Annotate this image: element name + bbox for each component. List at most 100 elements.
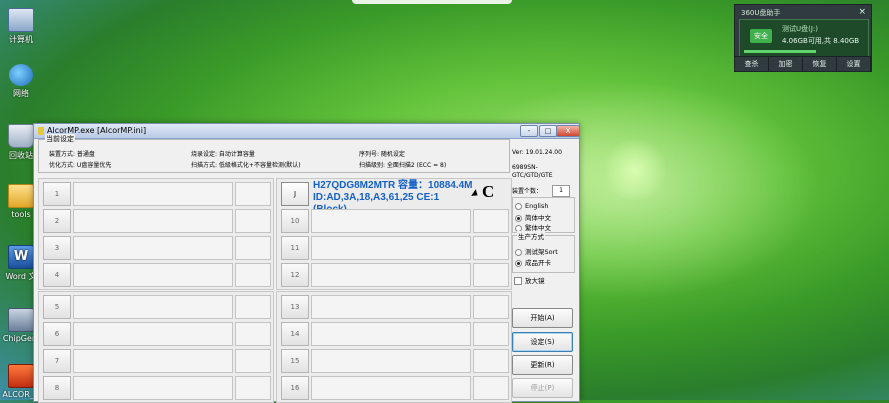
widget-device-panel[interactable]: 安全 测试U盘(J:) 4.06GB可用,共 8.40GB xyxy=(739,19,869,57)
setting-optimize: 优化方式: U盘容量优先 xyxy=(49,162,112,169)
computer-icon xyxy=(8,8,34,32)
network-icon xyxy=(9,64,33,86)
window-titlebar[interactable]: AlcorMP.exe [AlcorMP.ini] - □ X xyxy=(34,124,580,139)
close-icon[interactable]: × xyxy=(858,7,866,17)
port-status-box xyxy=(235,322,271,346)
settings-button[interactable]: 设定(S) xyxy=(512,332,573,352)
magnifier-option[interactable]: 放大镜 xyxy=(514,275,545,285)
port-panel-4: 13 14 15 16 xyxy=(276,291,512,403)
encrypt-button[interactable]: 加密 xyxy=(769,57,803,71)
port-button[interactable]: 13 xyxy=(281,295,309,319)
device-name: 测试U盘(J:) xyxy=(782,25,819,33)
desktop-icon-label: tools xyxy=(11,210,31,219)
recycle-bin-icon xyxy=(8,124,34,148)
minimize-button[interactable]: - xyxy=(520,125,538,137)
widget-toolbar: 查杀 加密 恢复 设置 xyxy=(735,56,871,71)
port-status-box xyxy=(473,322,509,346)
language-group: English 简体中文 繁体中文 xyxy=(512,197,575,233)
lang-simplified-option[interactable]: 简体中文 xyxy=(515,212,551,222)
scan-button[interactable]: 查杀 xyxy=(735,57,769,71)
port-row: 1 xyxy=(39,180,273,206)
port-button[interactable]: 8 xyxy=(43,376,71,400)
mode-test-option[interactable]: 测试架Sort xyxy=(515,246,558,256)
desktop-icon-label: 计算机 xyxy=(9,35,33,44)
port-button[interactable]: 12 xyxy=(281,263,309,287)
port-status-box xyxy=(473,349,509,373)
port-row: 10 xyxy=(277,207,511,233)
alcormp-window: AlcorMP.exe [AlcorMP.ini] - □ X 当前设定 装置方… xyxy=(33,123,580,403)
port-status-box xyxy=(235,236,271,260)
update-button[interactable]: 更新(R) xyxy=(512,355,573,375)
usb-helper-widget: 360U盘助手 × 安全 测试U盘(J:) 4.06GB可用,共 8.40GB … xyxy=(734,4,872,72)
port-row: 7 xyxy=(39,347,273,373)
port-status-box xyxy=(473,295,509,319)
port-row: 5 xyxy=(39,293,273,319)
device-size: 4.06GB可用,共 8.40GB xyxy=(782,37,860,45)
port-row: 2 xyxy=(39,207,273,233)
setting-scan-level: 扫描级别: 全面扫描2 (ECC = 8) xyxy=(359,162,447,169)
close-button[interactable]: X xyxy=(556,125,580,137)
port-info-box xyxy=(73,322,233,346)
port-button[interactable]: 11 xyxy=(281,236,309,260)
port-button[interactable]: 15 xyxy=(281,349,309,373)
desktop-icon-network[interactable]: 网络 xyxy=(0,64,42,99)
port-info-box xyxy=(73,295,233,319)
port-status-box xyxy=(473,236,509,260)
desktop-icon-computer[interactable]: 计算机 xyxy=(0,8,42,45)
port-info-box xyxy=(73,263,233,287)
port-row: 8 xyxy=(39,374,273,400)
port-status-box xyxy=(235,349,271,373)
setting-scan-mode: 扫描方式: 低级格式化+不容量检测(默认) xyxy=(191,162,301,169)
setting-serial: 序列号: 随机设定 xyxy=(359,151,405,158)
port-info-box xyxy=(311,376,471,400)
port-row: 16 xyxy=(277,374,511,400)
widget-settings-button[interactable]: 设置 xyxy=(837,57,871,71)
port-status-box xyxy=(473,209,509,233)
port-row: 14 xyxy=(277,320,511,346)
safe-badge: 安全 xyxy=(750,29,772,43)
port-row: 6 xyxy=(39,320,273,346)
port-button[interactable]: 4 xyxy=(43,263,71,287)
device-count-input[interactable]: 1 xyxy=(552,185,570,197)
port-status-box xyxy=(235,263,271,287)
port-button[interactable]: 1 xyxy=(43,182,71,206)
device-count-label: 装置个数： xyxy=(512,188,543,195)
port-button-active[interactable]: J xyxy=(281,182,309,206)
restore-button[interactable]: 恢复 xyxy=(803,57,837,71)
port-button[interactable]: 2 xyxy=(43,209,71,233)
production-mode-group: 生产方式 测试架Sort 成品开卡 xyxy=(512,231,575,273)
port-status-box xyxy=(235,295,271,319)
port-row: 15 xyxy=(277,347,511,373)
port-info-box xyxy=(311,209,471,233)
capacity-bar xyxy=(744,50,816,53)
checkbox-icon xyxy=(514,277,522,285)
app-icon xyxy=(38,127,44,135)
mode-product-option[interactable]: 成品开卡 xyxy=(515,257,551,267)
port-button[interactable]: 16 xyxy=(281,376,309,400)
current-settings-group: 当前设定 装置方式: 普通盘 烧录设定: 自动计算容量 序列号: 随机设定 优化… xyxy=(38,134,510,173)
word-document-icon: W xyxy=(8,245,34,269)
port-button[interactable]: 6 xyxy=(43,322,71,346)
setting-device-mode: 装置方式: 普通盘 xyxy=(49,151,95,158)
stop-button[interactable]: 停止(P) xyxy=(512,378,573,398)
folder-icon xyxy=(8,184,34,208)
port-button[interactable]: 5 xyxy=(43,295,71,319)
port-row: 3 xyxy=(39,234,273,260)
lang-simplified-label: 简体中文 xyxy=(525,214,551,222)
maximize-button[interactable]: □ xyxy=(539,125,557,137)
port-button[interactable]: 3 xyxy=(43,236,71,260)
device-status-flag: C xyxy=(482,182,495,201)
chip-model: 6989SN-GTC/GTD/GTE xyxy=(512,164,553,179)
port-panel-2: J H27QDG8M2MTR 容量：10884.4M ID:AD,3A,18,A… xyxy=(276,178,512,290)
radio-selected-icon xyxy=(515,214,522,222)
version-label: Ver: 19.01.24.00 xyxy=(512,149,562,156)
radio-icon xyxy=(515,202,522,210)
port-button[interactable]: 14 xyxy=(281,322,309,346)
port-panel-3: 5 6 7 8 xyxy=(38,291,274,403)
start-button[interactable]: 开始(A) xyxy=(512,308,573,328)
port-button[interactable]: 7 xyxy=(43,349,71,373)
port-info-box xyxy=(73,182,233,206)
lang-english-option[interactable]: English xyxy=(515,202,548,210)
side-panel: Ver: 19.01.24.00 6989SN-GTC/GTD/GTE 装置个数… xyxy=(512,139,576,399)
port-button[interactable]: 10 xyxy=(281,209,309,233)
